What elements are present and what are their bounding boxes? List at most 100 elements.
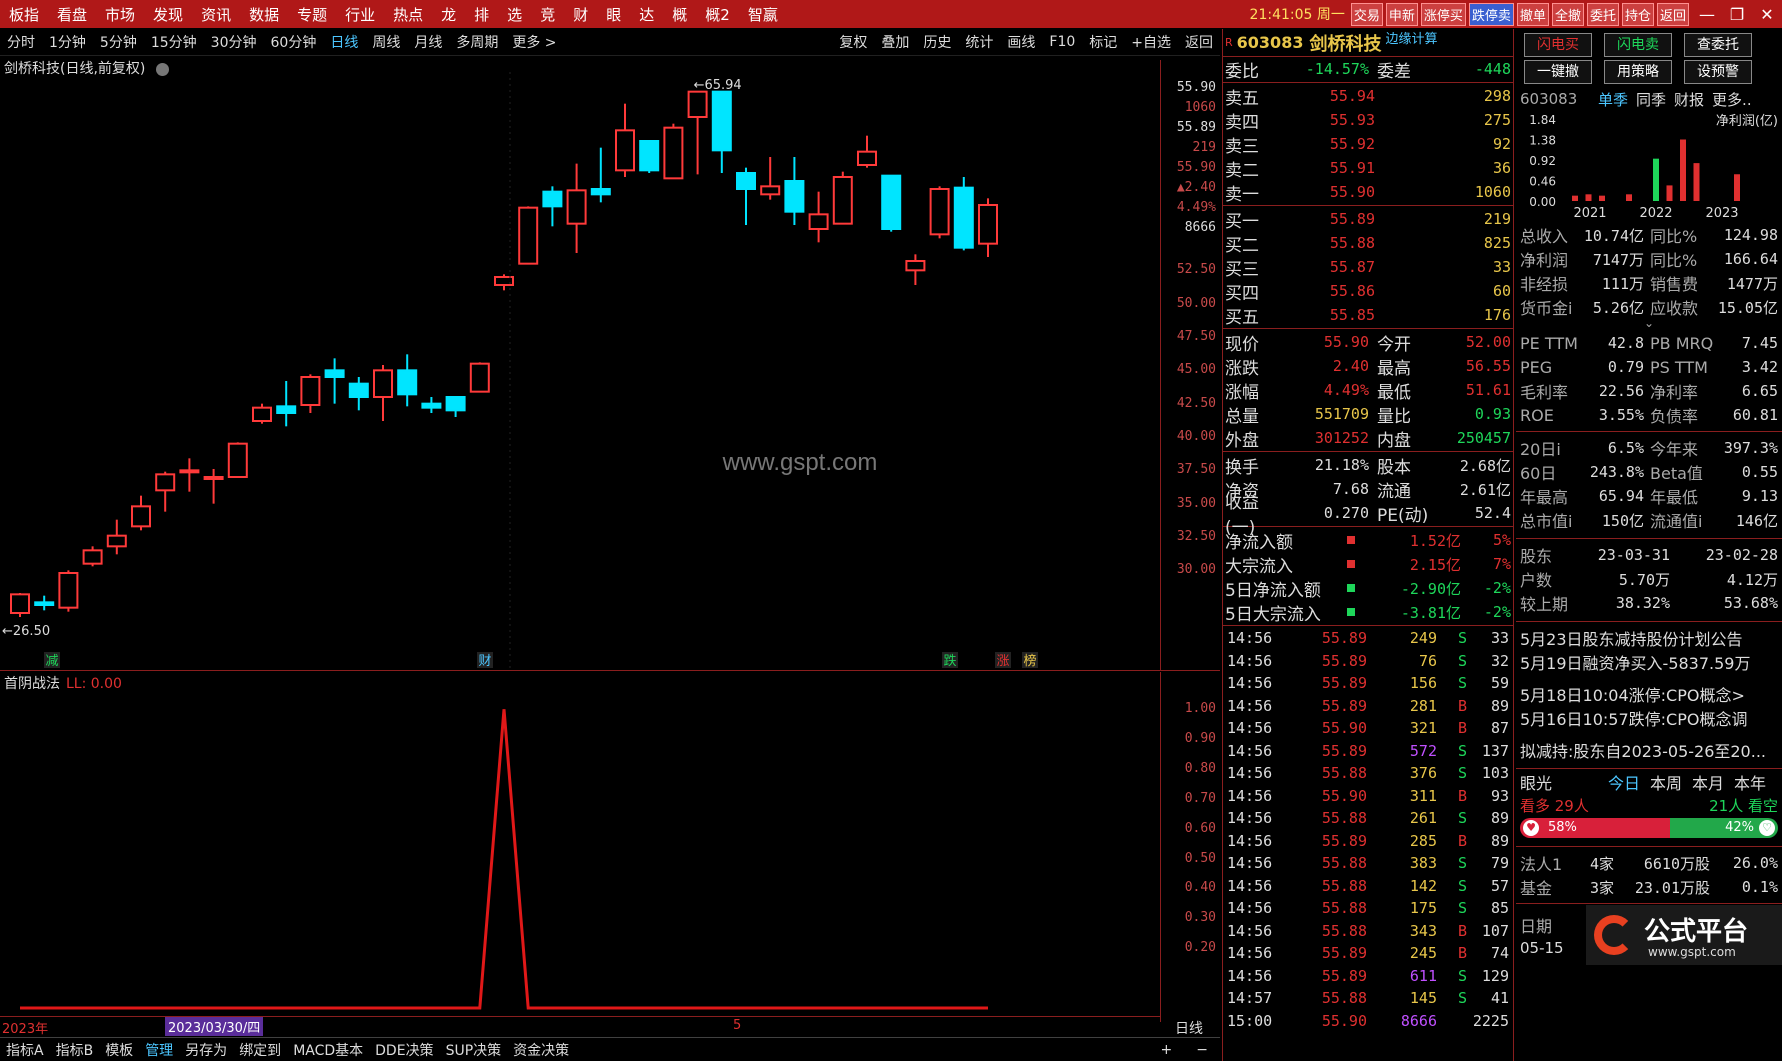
trade-shortcut-button[interactable]: 全撤 [1551,2,1584,26]
vision-tab[interactable]: 今日 [1608,770,1640,794]
menu-item[interactable]: 智嬴 [739,4,787,25]
toolbar-tool[interactable]: 返回 [1178,32,1220,52]
period-tab[interactable]: 5分钟 [93,32,144,52]
menu-item[interactable]: 竞 [531,4,564,25]
indicator-tab[interactable]: 另存为 [179,1040,233,1060]
menu-item[interactable]: 概 [663,4,696,25]
flash-buy-button[interactable]: 闪电买 [1524,33,1592,57]
clock-display: 21:41:05 周一 [1249,7,1345,23]
toolbar-tool[interactable]: 复权 [832,32,874,52]
indicator-tab[interactable]: SUP决策 [440,1040,508,1060]
flow-value: -3.81亿 [1400,603,1461,622]
vision-tab[interactable]: 本年 [1734,770,1766,794]
fin-tab[interactable]: 更多.. [1712,89,1752,110]
flash-sell-button[interactable]: 闪电卖 [1604,33,1672,57]
menu-item[interactable]: 选 [498,4,531,25]
zoom-out-button[interactable]: − [1184,1042,1220,1058]
fin-value: 9.13 [1741,487,1778,505]
indicator-chart[interactable] [0,690,1160,1020]
period-tab[interactable]: 30分钟 [204,32,264,52]
trade-shortcut-button[interactable]: 委托 [1586,2,1619,26]
fin-tab[interactable]: 单季 [1598,89,1628,110]
news-item[interactable]: 5月23日股东减持股份计划公告 [1516,628,1782,652]
fin-tab[interactable]: 同季 [1636,89,1666,110]
toolbar-tool[interactable]: 标记 [1082,32,1124,52]
toolbar-tool[interactable]: 统计 [958,32,1000,52]
menu-item[interactable]: 市场 [96,4,144,25]
vision-tab[interactable]: 本月 [1692,770,1724,794]
indicator-tab[interactable]: 管理 [139,1040,179,1060]
period-tab[interactable]: 周线 [365,32,407,52]
menu-item[interactable]: 财 [564,4,597,25]
toolbar-tool[interactable]: F10 [1042,34,1082,50]
menu-item[interactable]: 专题 [288,4,336,25]
candlestick-chart[interactable]: www.gspt.com ←65.94 ←26.50 减 财 跌 涨榜 [0,72,1160,672]
set-alert-button[interactable]: 设预警 [1684,60,1752,84]
logo-text: 公式平台 [1644,917,1749,947]
trade-shortcut-button[interactable]: 返回 [1656,2,1689,26]
trade-shortcut-button[interactable]: 交易 [1350,2,1383,26]
period-tab[interactable]: 1分钟 [42,32,93,52]
trade-shortcut-button[interactable]: 申新 [1385,2,1418,26]
menu-item[interactable]: 资讯 [192,4,240,25]
indicator-tab[interactable]: 指标A [0,1040,50,1060]
sell-level: 卖三 55.92 92 [1223,132,1513,157]
vision-bar[interactable]: ♥ 58% 42% ♡ [1520,818,1778,838]
news-item[interactable]: 5月16日10:57跌停:CPO概念调 [1516,708,1782,732]
toolbar-tool[interactable]: 叠加 [874,32,916,52]
vision-tab[interactable]: 本周 [1650,770,1682,794]
indicator-tab[interactable]: 绑定到 [233,1040,287,1060]
period-tab[interactable]: 分时 [0,32,42,52]
query-orders-button[interactable]: 查委托 [1684,33,1752,57]
news-item[interactable]: 5月19日融资净买入-5837.59万 [1516,652,1782,676]
news-item[interactable]: 拟减持:股东自2023-05-26至20... [1516,740,1782,764]
bear-bar[interactable]: 42% ♡ [1669,818,1778,838]
period-tab[interactable]: 60分钟 [264,32,324,52]
trade-shortcut-button[interactable]: 跌停卖 [1468,2,1514,26]
menu-item[interactable]: 发现 [144,4,192,25]
menu-item[interactable]: 热点 [384,4,432,25]
toolbar-tool[interactable]: +自选 [1124,32,1178,52]
tick-list[interactable]: 14:56 55.89 249 S 33 14:56 55.89 76 S 32 14:56 55.8… [1223,627,1513,1032]
indicator-tab[interactable]: 指标B [50,1040,100,1060]
indicator-tab[interactable]: 模板 [99,1040,139,1060]
indicator-tab[interactable]: MACD基本 [287,1040,369,1060]
period-tab[interactable]: 15分钟 [144,32,204,52]
menu-item[interactable]: 眼 [597,4,630,25]
menu-item[interactable]: 看盘 [48,4,96,25]
menu-item[interactable]: 概2 [696,4,739,25]
menu-item[interactable]: 排 [465,4,498,25]
indicator-tab[interactable]: DDE决策 [369,1040,439,1060]
logo-url: www.gspt.com [1648,945,1736,959]
concept-tag[interactable]: 边缘计算 [1385,28,1437,47]
period-tab[interactable]: 月线 [407,32,449,52]
indicator-tab[interactable]: 资金决策 [507,1040,575,1060]
close-icon[interactable]: ✕ [1752,5,1782,24]
menu-item[interactable]: 数据 [240,4,288,25]
restore-icon[interactable]: ❐ [1722,5,1752,24]
expand-chevron-icon[interactable]: ⌄ [1516,317,1782,331]
tick-price: 55.90 [1321,719,1367,738]
menu-item[interactable]: 龙 [432,4,465,25]
fin-tab[interactable]: 财报 [1674,89,1704,110]
menu-item[interactable]: 行业 [336,4,384,25]
holder-label: 较上期 [1520,595,1569,614]
bull-bar[interactable]: ♥ 58% [1520,818,1670,838]
toolbar-tool[interactable]: 历史 [916,32,958,52]
period-tab[interactable]: 多周期 [449,32,505,52]
menu-item[interactable]: 板指 [0,4,48,25]
news-item[interactable]: 5月18日10:04涨停:CPO概念> [1516,684,1782,708]
cancel-all-button[interactable]: 一键撤 [1524,60,1592,84]
use-strategy-button[interactable]: 用策略 [1604,60,1672,84]
zoom-in-button[interactable]: + [1149,1042,1185,1058]
pane-divider[interactable] [0,670,1220,671]
period-tab[interactable]: 更多 > [505,32,563,52]
trade-shortcut-button[interactable]: 涨停买 [1420,2,1466,26]
toolbar-tool[interactable]: 画线 [1000,32,1042,52]
menu-item[interactable]: 达 [630,4,663,25]
level-price: 55.85 [1329,306,1375,324]
period-tab[interactable]: 日线 [323,32,365,52]
minimize-icon[interactable]: — [1692,5,1722,24]
trade-shortcut-button[interactable]: 撤单 [1516,2,1549,26]
trade-shortcut-button[interactable]: 持仓 [1621,2,1654,26]
